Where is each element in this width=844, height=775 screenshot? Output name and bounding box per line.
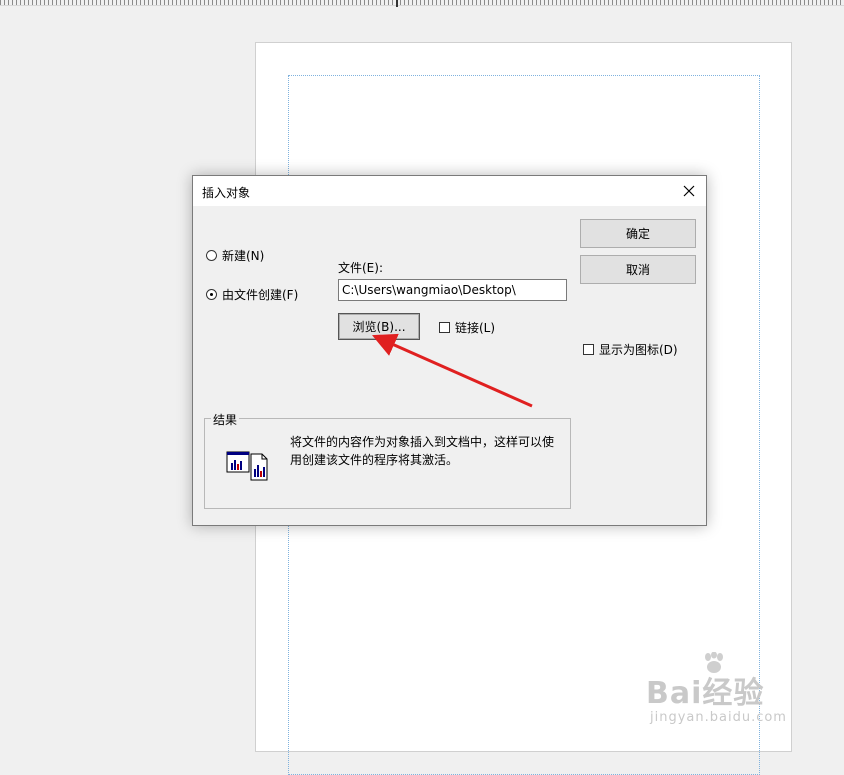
baidu-jingyan-watermark: Bai经验 jingyan.baidu.com (646, 652, 796, 732)
watermark-url: jingyan.baidu.com (650, 710, 787, 725)
browse-button[interactable]: 浏览(B)... (338, 313, 420, 340)
horizontal-ruler (0, 0, 844, 6)
browse-button-label: 浏览(B)... (352, 320, 406, 334)
create-new-label[interactable]: 新建(N) (222, 247, 264, 264)
embedded-object-icon (226, 451, 268, 481)
insert-object-dialog: 插入对象 新建(N) 由文件创建(F) 文件(E): 浏览(B)... 链接(L… (192, 175, 707, 526)
display-as-icon-checkbox[interactable] (583, 344, 594, 355)
result-groupbox: 结果 将文件的内容作为对象插入到文档中，这样可以使用创建该文件的程序将其激活。 (204, 411, 571, 509)
create-from-file-radio[interactable] (206, 289, 217, 300)
watermark-logo: Bai经验 (646, 676, 765, 711)
ok-button[interactable]: 确定 (580, 219, 696, 248)
cancel-button-label: 取消 (625, 263, 650, 277)
result-description: 将文件的内容作为对象插入到文档中，这样可以使用创建该文件的程序将其激活。 (290, 435, 555, 467)
display-as-icon-label[interactable]: 显示为图标(D) (599, 341, 678, 358)
close-button[interactable] (672, 176, 706, 206)
dialog-title: 插入对象 (202, 186, 251, 200)
ruler-marker (396, 0, 398, 7)
link-label[interactable]: 链接(L) (455, 319, 495, 336)
create-from-file-label[interactable]: 由文件创建(F) (222, 286, 298, 303)
result-group-label: 结果 (211, 411, 240, 428)
cancel-button[interactable]: 取消 (580, 255, 696, 284)
file-field-label: 文件(E): (338, 261, 383, 275)
file-path-input[interactable] (338, 279, 567, 301)
dialog-titlebar: 插入对象 (193, 176, 706, 206)
ok-button-label: 确定 (625, 227, 650, 241)
close-icon (683, 185, 695, 197)
create-new-radio[interactable] (206, 250, 217, 261)
link-checkbox[interactable] (439, 322, 450, 333)
